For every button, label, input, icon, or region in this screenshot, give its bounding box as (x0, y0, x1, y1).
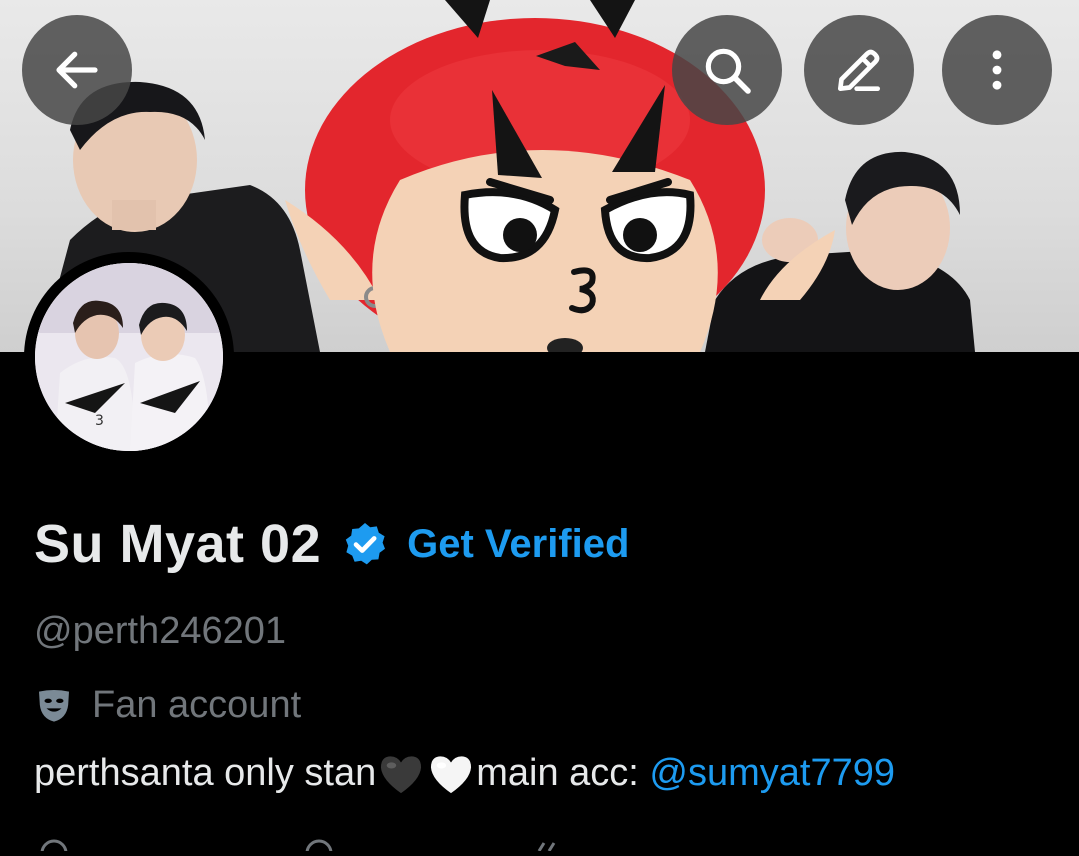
pencil-icon (838, 49, 880, 91)
svg-text:3: 3 (95, 413, 104, 429)
profile-avatar[interactable]: 3 (24, 252, 234, 462)
bio-main-acc-label: main acc: (476, 752, 650, 794)
back-button[interactable] (22, 15, 132, 125)
white-heart-emoji (431, 755, 472, 793)
avatar-image: 3 (35, 263, 223, 451)
more-vertical-icon (992, 50, 1002, 90)
profile-bio: perthsanta only stan main acc: @sumyat77… (34, 752, 895, 795)
display-name: Su Myat 02 (34, 514, 322, 574)
category-label: Fan account (92, 683, 302, 726)
profile-category: Fan account (34, 680, 301, 730)
verified-badge-icon[interactable] (341, 520, 389, 568)
bio-mention-link[interactable]: @sumyat7799 (649, 752, 895, 795)
search-button[interactable] (672, 15, 782, 125)
bio-text: perthsanta only stan (34, 752, 377, 794)
theater-masks-icon (39, 690, 69, 722)
profile-handle: @perth246201 (34, 610, 286, 652)
more-options-button[interactable] (942, 15, 1052, 125)
profile-meta-row-partial (34, 838, 734, 856)
black-heart-emoji (381, 755, 422, 793)
search-icon (705, 48, 751, 94)
get-verified-link[interactable]: Get Verified (407, 522, 629, 567)
profile-name-row: Su Myat 02 Get Verified (34, 506, 629, 582)
arrow-left-icon (56, 51, 98, 89)
edit-button[interactable] (804, 15, 914, 125)
